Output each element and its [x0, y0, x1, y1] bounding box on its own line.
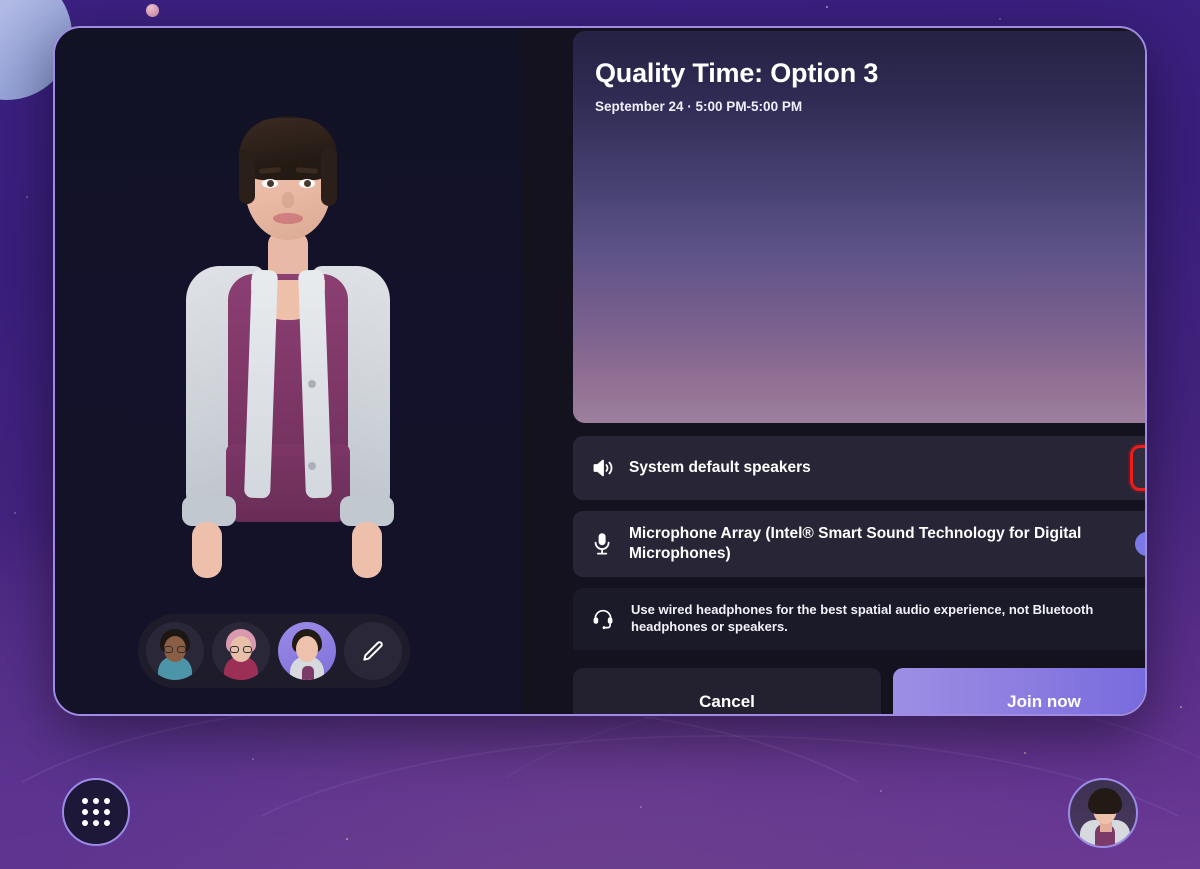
glasses-icon: [164, 646, 173, 653]
avatar-preview-stage: [55, 28, 521, 714]
audio-settings-button[interactable]: [1133, 448, 1145, 488]
meeting-header: Quality Time: Option 3 September 24 · 5:…: [595, 58, 1145, 114]
meeting-time: September 24 · 5:00 PM-5:00 PM: [595, 98, 803, 114]
avatar-picker: [138, 614, 410, 688]
star-speck: [14, 512, 16, 514]
dialog-content: Quality Time: Option 3 September 24 · 5:…: [521, 28, 1145, 714]
headset-icon: [591, 607, 625, 631]
speaker-device-row[interactable]: System default speakers: [573, 436, 1145, 500]
microphone-toggle[interactable]: [1135, 532, 1145, 556]
spatial-audio-tip-text: Use wired headphones for the best spatia…: [631, 602, 1094, 634]
background-arc: [0, 700, 940, 869]
avatar-option-2[interactable]: [212, 622, 270, 680]
star-speck: [1024, 752, 1026, 754]
edit-avatar-button[interactable]: [344, 622, 402, 680]
page-title: Quality Time: Option 3: [595, 58, 879, 88]
speaker-icon: [591, 456, 625, 480]
glasses-icon: [230, 646, 239, 653]
app-root: Quality Time: Option 3 September 24 · 5:…: [0, 0, 1200, 869]
glasses-icon: [177, 646, 186, 653]
spatial-audio-tip: Use wired headphones for the best spatia…: [573, 588, 1145, 650]
star-speck: [640, 806, 642, 808]
avatar-option-1[interactable]: [146, 622, 204, 680]
app-launcher-button[interactable]: [62, 778, 130, 846]
join-now-button[interactable]: Join now: [893, 668, 1145, 714]
pencil-icon: [360, 638, 386, 664]
star-speck: [26, 196, 28, 198]
audio-settings-sliders-icon: [1143, 458, 1145, 478]
microphone-icon: [591, 531, 625, 557]
star-speck: [826, 6, 828, 8]
star-speck: [346, 838, 348, 840]
avatar-option-3[interactable]: [278, 622, 336, 680]
star-speck: [252, 758, 254, 760]
microphone-device-row[interactable]: Microphone Array (Intel® Smart Sound Tec…: [573, 511, 1145, 577]
meeting-preview-panel: Quality Time: Option 3 September 24 · 5:…: [573, 31, 1145, 423]
star-speck: [880, 790, 882, 792]
speaker-device-label: System default speakers: [629, 459, 811, 477]
cancel-button[interactable]: Cancel: [573, 668, 881, 714]
avatar-3d-figure: [156, 114, 420, 644]
dialog-actions: Cancel Join now: [573, 668, 1145, 714]
pink-sphere-decoration: [146, 4, 159, 17]
join-meeting-dialog: Quality Time: Option 3 September 24 · 5:…: [53, 26, 1147, 716]
background-arc: [180, 735, 1200, 869]
star-speck: [1180, 706, 1182, 708]
grid-dots-icon: [82, 798, 110, 826]
microphone-device-label: Microphone Array (Intel® Smart Sound Tec…: [629, 525, 1082, 562]
user-profile-avatar[interactable]: [1068, 778, 1138, 848]
star-speck: [999, 18, 1001, 20]
glasses-icon: [243, 646, 252, 653]
